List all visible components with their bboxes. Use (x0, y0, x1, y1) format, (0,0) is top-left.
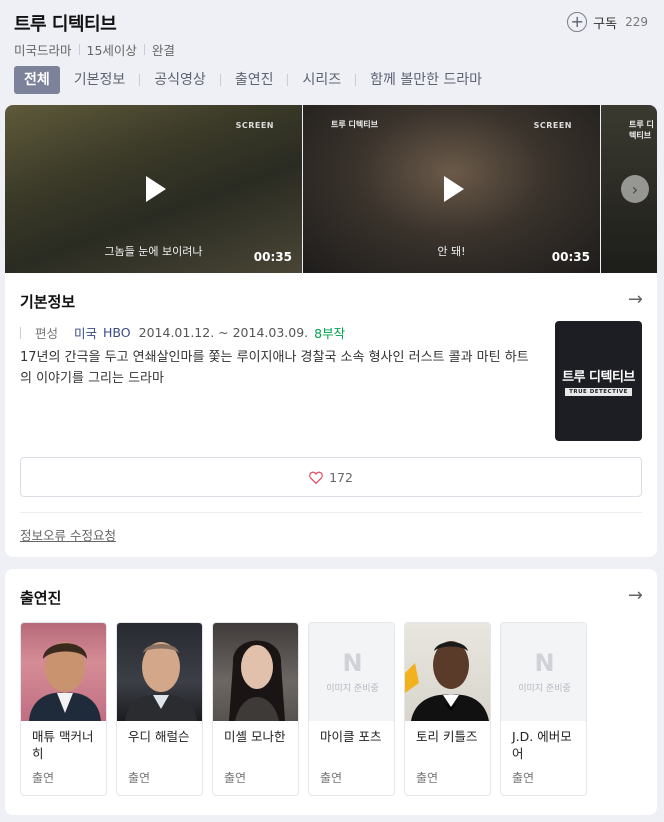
tab-divider (355, 74, 357, 86)
meta-divider (78, 44, 80, 55)
person-portrait-icon (125, 642, 197, 721)
cast-name: 토리 키틀즈 (416, 729, 478, 744)
cast-role: 출연 (224, 771, 247, 785)
country-link[interactable]: 미국 (74, 323, 97, 342)
naver-logo-icon: N (534, 648, 555, 677)
cast-role: 출연 (320, 771, 343, 785)
cast-role: 출연 (416, 771, 439, 785)
cast-role: 출연 (32, 771, 55, 785)
tab-divider (287, 74, 289, 86)
plus-icon: + (567, 12, 588, 32)
naver-logo-icon: N (342, 648, 363, 677)
broadcast-info: 편성 미국 HBO 2014.01.12. ~ 2014.03.09. 8부작 (20, 323, 345, 342)
subscribe-button[interactable]: + 구독 229 (567, 12, 648, 32)
poster-subtitle: TRUE DETECTIVE (565, 388, 632, 396)
cast-name: J.D. 에버모어 (512, 729, 572, 761)
cast-name: 매튜 맥커너히 (32, 729, 94, 761)
heart-icon (309, 471, 323, 484)
arrow-right-icon[interactable]: → (628, 289, 643, 310)
cast-name: 미셸 모나한 (224, 729, 286, 744)
cast-card: 출연진 → 매튜 맥커너히 출연 우디 해럴슨 출연 미셸 모나한 출연 N 이… (5, 569, 657, 815)
tab-bar: 전체 기본정보 공식영상 출연진 시리즈 함께 볼만한 드라마 (14, 66, 482, 94)
video-carousel: SCREEN 그놈들 눈에 보이려나 00:35 트루 디텍티브 SCREEN … (5, 105, 657, 273)
video-logo: 트루 디텍티브 (331, 120, 378, 129)
cast-member[interactable]: 우디 해럴슨 출연 (116, 622, 203, 796)
broadcast-label: 편성 (35, 326, 59, 341)
video-logo: 트루 디텍티브 (629, 120, 654, 140)
cast-photo-placeholder: N 이미지 준비중 (309, 623, 394, 721)
image-preparing-text: 이미지 준비중 (518, 683, 571, 694)
tab-divider (139, 74, 141, 86)
person-portrait-icon (29, 642, 101, 721)
cast-photo (21, 623, 106, 721)
cast-role: 출연 (128, 771, 151, 785)
chevron-right-icon: › (631, 179, 639, 199)
report-error-link[interactable]: 정보오류 수정요청 (20, 525, 116, 544)
drama-poster[interactable]: 트루 디텍티브 TRUE DETECTIVE (555, 321, 642, 441)
play-icon (145, 176, 166, 202)
cast-role: 출연 (512, 771, 535, 785)
tab-series[interactable]: 시리즈 (302, 66, 341, 94)
carousel-next-button[interactable]: › (621, 175, 649, 203)
cast-photo (213, 623, 298, 721)
info-divider (20, 326, 21, 339)
tab-official-video[interactable]: 공식영상 (154, 66, 206, 94)
like-count: 172 (329, 469, 353, 485)
page-header: 트루 디텍티브 + 구독 229 미국드라마 15세이상 완결 전체 기본정보 … (0, 0, 664, 100)
play-icon (443, 176, 464, 202)
person-portrait-icon (405, 641, 489, 721)
screen-tag: SCREEN (533, 121, 572, 130)
cast-member[interactable]: N 이미지 준비중 J.D. 에버모어 출연 (500, 622, 587, 796)
broadcast-dates: 2014.01.12. ~ 2014.03.09. (138, 325, 309, 340)
drama-meta: 미국드라마 15세이상 완결 (14, 40, 175, 59)
tab-cast[interactable]: 출연진 (235, 66, 274, 94)
video-duration: 00:35 (253, 250, 292, 264)
person-portrait-icon (229, 640, 285, 721)
card-divider (20, 512, 642, 513)
video-thumbnail[interactable]: 트루 디텍티브 SCREEN 안 돼! 00:35 (303, 105, 600, 273)
cast-member[interactable]: 매튜 맥커너히 출연 (20, 622, 107, 796)
meta-divider (143, 44, 145, 55)
cast-name: 마이클 포츠 (320, 729, 382, 744)
cast-photo (405, 623, 490, 721)
basic-info-card: 기본정보 → 편성 미국 HBO 2014.01.12. ~ 2014.03.0… (5, 273, 657, 557)
video-thumbnail[interactable]: SCREEN 그놈들 눈에 보이려나 00:35 (5, 105, 302, 273)
video-duration: 00:35 (551, 250, 590, 264)
cast-title: 출연진 (20, 589, 62, 607)
page-title: 트루 디텍티브 (14, 14, 117, 35)
cast-member[interactable]: N 이미지 준비중 마이클 포츠 출연 (308, 622, 395, 796)
like-button[interactable]: 172 (20, 457, 642, 497)
arrow-right-icon[interactable]: → (628, 585, 643, 606)
meta-genre: 미국드라마 (14, 43, 72, 58)
tab-basic-info[interactable]: 기본정보 (74, 66, 126, 94)
image-preparing-text: 이미지 준비중 (326, 683, 379, 694)
subscribe-count: 229 (625, 15, 648, 29)
subscribe-label: 구독 (593, 16, 618, 32)
cast-list: 매튜 맥커너히 출연 우디 해럴슨 출연 미셸 모나한 출연 N 이미지 준비중… (20, 622, 587, 796)
meta-rating: 15세이상 (86, 43, 137, 58)
basic-info-title: 기본정보 (20, 293, 76, 311)
tab-divider (219, 74, 221, 86)
drama-description: 17년의 간극을 두고 연쇄살인마를 쫓는 루이지애나 경찰국 소속 형사인 러… (20, 350, 529, 386)
cast-member[interactable]: 토리 키틀즈 출연 (404, 622, 491, 796)
cast-member[interactable]: 미셸 모나한 출연 (212, 622, 299, 796)
cast-name: 우디 해럴슨 (128, 729, 190, 744)
poster-title: 트루 디텍티브 (562, 370, 635, 385)
meta-status: 완결 (151, 43, 175, 58)
cast-photo (117, 623, 202, 721)
tab-all[interactable]: 전체 (14, 66, 60, 94)
screen-tag: SCREEN (235, 121, 274, 130)
episode-count: 8부작 (314, 326, 346, 341)
cast-photo-placeholder: N 이미지 준비중 (501, 623, 586, 721)
tab-related-dramas[interactable]: 함께 볼만한 드라마 (370, 66, 482, 94)
channel-link[interactable]: HBO (103, 325, 131, 340)
